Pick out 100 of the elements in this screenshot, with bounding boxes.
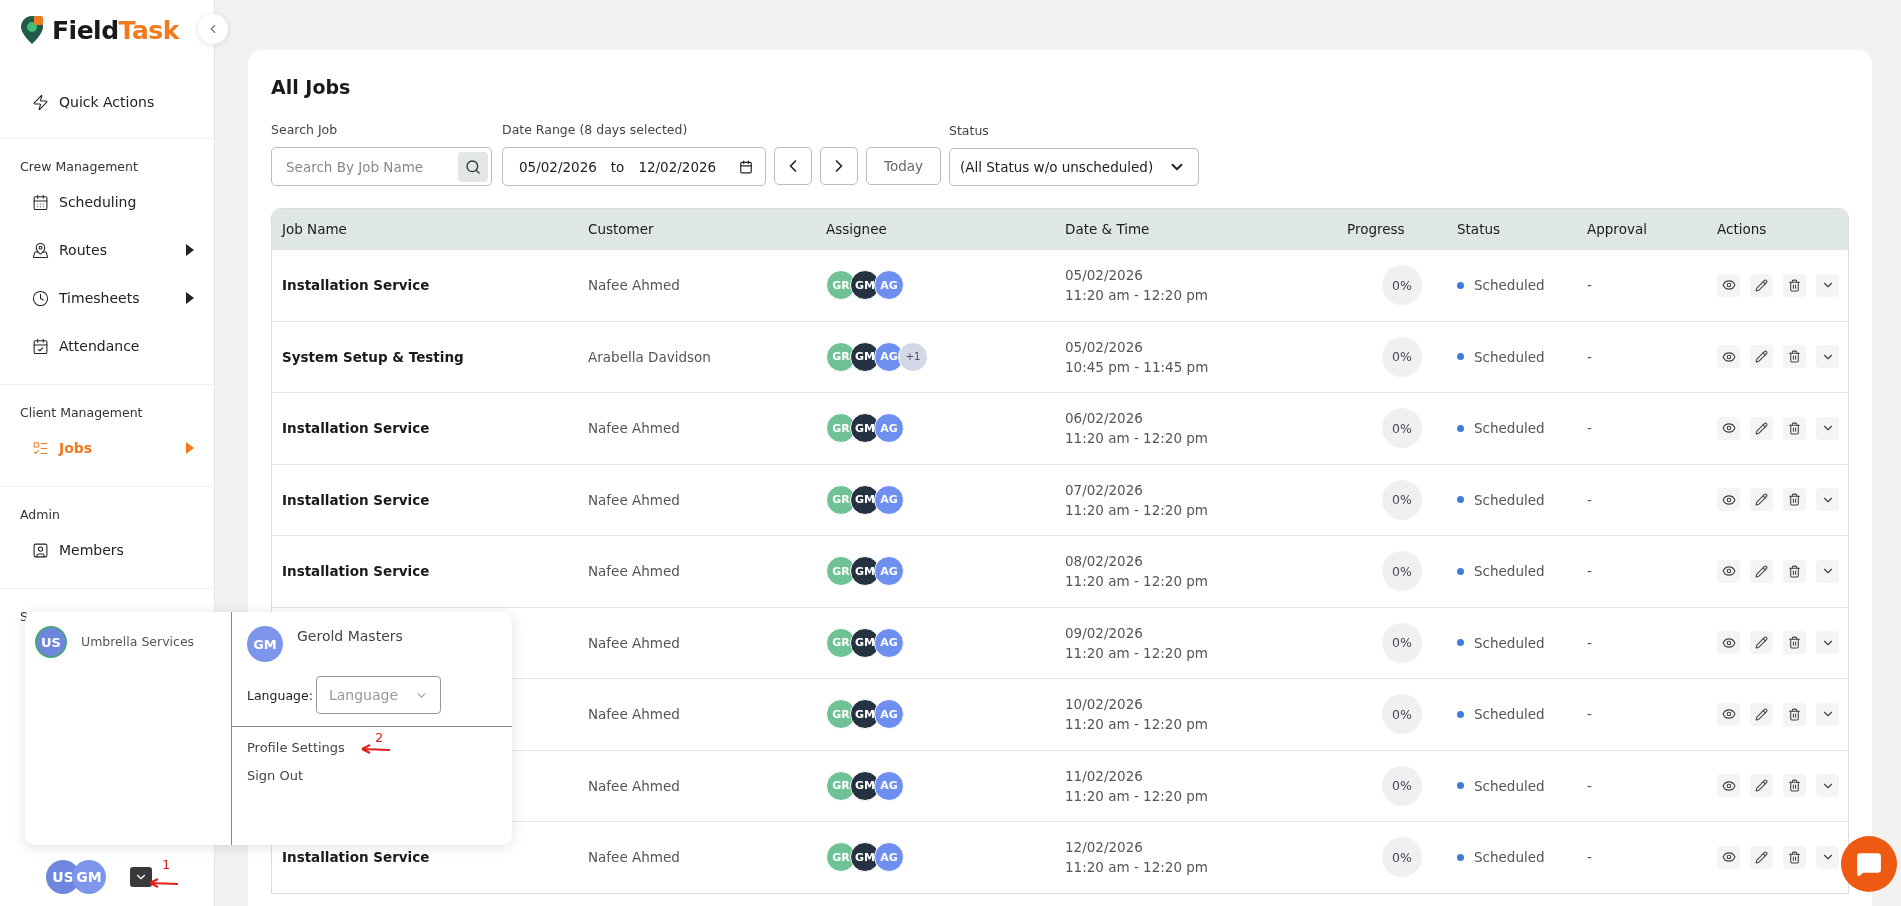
trash-icon [1788, 350, 1801, 364]
job-name[interactable]: Installation Service [282, 563, 588, 580]
expand-button[interactable] [1816, 488, 1839, 512]
delete-button[interactable] [1783, 845, 1806, 869]
delete-button[interactable] [1783, 416, 1806, 440]
status-dot [1457, 567, 1464, 575]
job-name[interactable]: Installation Service [282, 491, 588, 508]
eye-icon [1721, 492, 1736, 507]
status-dot [1457, 710, 1464, 718]
account-menu-button[interactable] [130, 867, 152, 887]
nav-item[interactable]: Quick Actions [0, 78, 214, 126]
delete-button[interactable] [1783, 774, 1806, 798]
delete-button[interactable] [1783, 559, 1806, 583]
view-button[interactable] [1717, 845, 1740, 869]
expand-button[interactable] [1816, 559, 1839, 583]
eye-icon [1721, 278, 1736, 293]
trash-icon [1788, 421, 1801, 435]
chat-button[interactable] [1841, 836, 1897, 892]
customer-name: Nafee Ahmed [588, 277, 681, 294]
search-field[interactable]: Search By Job Name [271, 147, 492, 186]
progress-value: 0% [1382, 694, 1422, 735]
approval-value: - [1587, 849, 1593, 866]
edit-button[interactable] [1750, 345, 1773, 369]
menu-link[interactable]: Sign Out [232, 768, 319, 783]
view-button[interactable] [1717, 702, 1740, 726]
view-button[interactable] [1717, 345, 1740, 369]
column-header: Job Name [282, 221, 347, 237]
nav-item[interactable]: Timesheets [0, 274, 214, 322]
edit-button[interactable] [1750, 631, 1773, 655]
status-text: Scheduled [1474, 420, 1545, 437]
date-range-field[interactable]: 05/02/2026 to 12/02/2026 [502, 147, 766, 186]
view-button[interactable] [1717, 774, 1740, 798]
section-title: Admin [19, 506, 61, 524]
status-dot [1457, 353, 1464, 361]
edit-button[interactable] [1750, 845, 1773, 869]
approval-value: - [1587, 277, 1593, 294]
job-time: 11:20 am - 12:20 pm [1065, 859, 1209, 876]
expand-button[interactable] [1816, 774, 1839, 798]
user-avatar: GM [247, 626, 283, 662]
status-dot [1457, 281, 1464, 289]
job-date: 12/02/2026 [1065, 839, 1144, 856]
expand-button[interactable] [1816, 273, 1839, 297]
edit-button[interactable] [1750, 702, 1773, 726]
progress-value: 0% [1382, 408, 1422, 449]
view-button[interactable] [1717, 488, 1740, 512]
trash-icon [1788, 636, 1801, 650]
expand-button[interactable] [1816, 702, 1839, 726]
edit-button[interactable] [1750, 273, 1773, 297]
job-name[interactable]: System Setup & Testing [282, 348, 588, 365]
edit-button[interactable] [1750, 416, 1773, 440]
delete-button[interactable] [1783, 702, 1806, 726]
expand-button[interactable] [1816, 416, 1839, 440]
pencil-icon [1755, 850, 1768, 864]
delete-button[interactable] [1783, 273, 1806, 297]
status-text: Scheduled [1474, 563, 1545, 580]
clock-icon [32, 289, 49, 307]
trash-icon [1788, 278, 1801, 292]
company-name[interactable]: Umbrella Services [81, 634, 195, 649]
approval-value: - [1587, 706, 1593, 723]
nav-item[interactable]: Scheduling [0, 178, 214, 226]
job-time: 11:20 am - 12:20 pm [1065, 287, 1209, 304]
delete-button[interactable] [1783, 488, 1806, 512]
delete-button[interactable] [1783, 345, 1806, 369]
more-assignees: +1 [898, 341, 928, 372]
pencil-icon [1755, 707, 1768, 721]
search-button[interactable] [458, 151, 488, 182]
edit-button[interactable] [1750, 559, 1773, 583]
status-select[interactable]: (All Status w/o unscheduled) [949, 148, 1199, 186]
expand-button[interactable] [1816, 845, 1839, 869]
expand-button[interactable] [1816, 631, 1839, 655]
company-avatar: US [35, 626, 67, 658]
assignee-avatar: AG [874, 770, 904, 801]
eye-icon [1721, 421, 1736, 436]
progress-value: 0% [1382, 336, 1422, 377]
job-name[interactable]: Installation Service [282, 277, 588, 294]
progress-value: 0% [1382, 765, 1422, 806]
user-icon [32, 541, 49, 559]
edit-button[interactable] [1750, 488, 1773, 512]
nav-item[interactable]: Attendance [0, 322, 214, 370]
edit-button[interactable] [1750, 774, 1773, 798]
view-button[interactable] [1717, 416, 1740, 440]
column-header: Approval [1587, 221, 1647, 237]
search-icon [465, 158, 481, 175]
column-header: Progress [1347, 221, 1405, 237]
today-button[interactable]: Today [866, 147, 941, 185]
delete-button[interactable] [1783, 631, 1806, 655]
job-time: 11:20 am - 12:20 pm [1065, 573, 1209, 590]
approval-value: - [1587, 777, 1593, 794]
nav-item[interactable]: Routes [0, 226, 214, 274]
assignee-avatar: AG [874, 627, 904, 658]
view-button[interactable] [1717, 273, 1740, 297]
job-date: 08/02/2026 [1065, 553, 1144, 570]
nav-item[interactable]: Members [0, 526, 214, 574]
job-name[interactable]: Installation Service [282, 849, 588, 866]
job-name[interactable]: Installation Service [282, 420, 588, 437]
eye-icon [1721, 635, 1736, 650]
expand-button[interactable] [1816, 345, 1839, 369]
view-button[interactable] [1717, 559, 1740, 583]
view-button[interactable] [1717, 631, 1740, 655]
pencil-icon [1755, 564, 1768, 578]
